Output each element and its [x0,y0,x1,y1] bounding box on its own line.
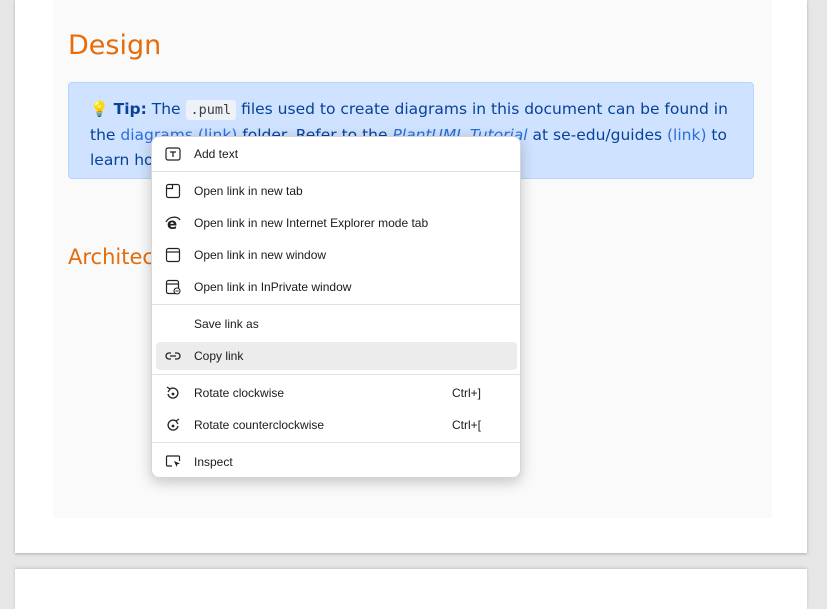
menu-item-label: Save link as [194,317,259,331]
menu-item-save-link-as[interactable]: Save link as [156,310,517,338]
menu-item-label: Open link in new window [194,248,327,262]
lightbulb-icon: 💡 [90,100,109,118]
menu-item-inspect[interactable]: Inspect [156,448,517,476]
menu-item-label: Rotate counterclockwise [194,418,325,432]
new-tab-icon [165,183,181,199]
inspect-icon [165,455,181,467]
menu-item-label: Inspect [194,455,233,469]
menu-item-add-text[interactable]: Add text [156,140,517,168]
menu-item-label: Copy link [194,349,244,363]
menu-item-rotate-counterclockwise[interactable]: Rotate counterclockwise Ctrl+[ [156,411,517,439]
internet-explorer-icon: e [165,215,181,232]
menu-item-open-new-tab[interactable]: Open link in new tab [156,177,517,205]
puml-code: .puml [185,100,237,120]
link-icon [165,352,181,360]
tip-text: The [146,100,186,118]
shortcut-label: Ctrl+[ [452,418,482,432]
menu-item-rotate-clockwise[interactable]: Rotate clockwise Ctrl+] [156,379,517,407]
menu-item-label: Open link in new tab [194,184,303,198]
new-window-icon [165,247,181,263]
menu-item-label: Open link in InPrivate window [194,280,352,294]
menu-separator [152,304,520,305]
design-heading: Design [68,30,162,61]
menu-item-label: Add text [194,147,239,161]
menu-item-open-ie-mode-tab[interactable]: e Open link in new Internet Explorer mod… [156,209,517,237]
menu-item-copy-link[interactable]: Copy link [156,342,517,370]
menu-item-label: Rotate clockwise [194,386,285,400]
tip-text: at se-edu/guides [527,126,667,144]
menu-separator [152,442,520,443]
menu-separator [152,374,520,375]
tip-label: Tip: [113,100,147,118]
menu-item-open-inprivate[interactable]: Open link in InPrivate window [156,273,517,301]
menu-separator [152,171,520,172]
next-document-page [15,569,807,609]
shortcut-label: Ctrl+] [452,386,482,400]
rotate-clockwise-icon [166,386,179,399]
inprivate-window-icon [165,279,181,295]
rotate-counterclockwise-icon [167,418,180,431]
menu-item-label: Open link in new Internet Explorer mode … [194,216,429,230]
text-box-icon [165,147,181,161]
context-menu: Add text Open link in new tab e Open lin… [151,136,521,478]
menu-item-open-new-window[interactable]: Open link in new window [156,241,517,269]
guides-link[interactable]: (link) [667,126,707,144]
